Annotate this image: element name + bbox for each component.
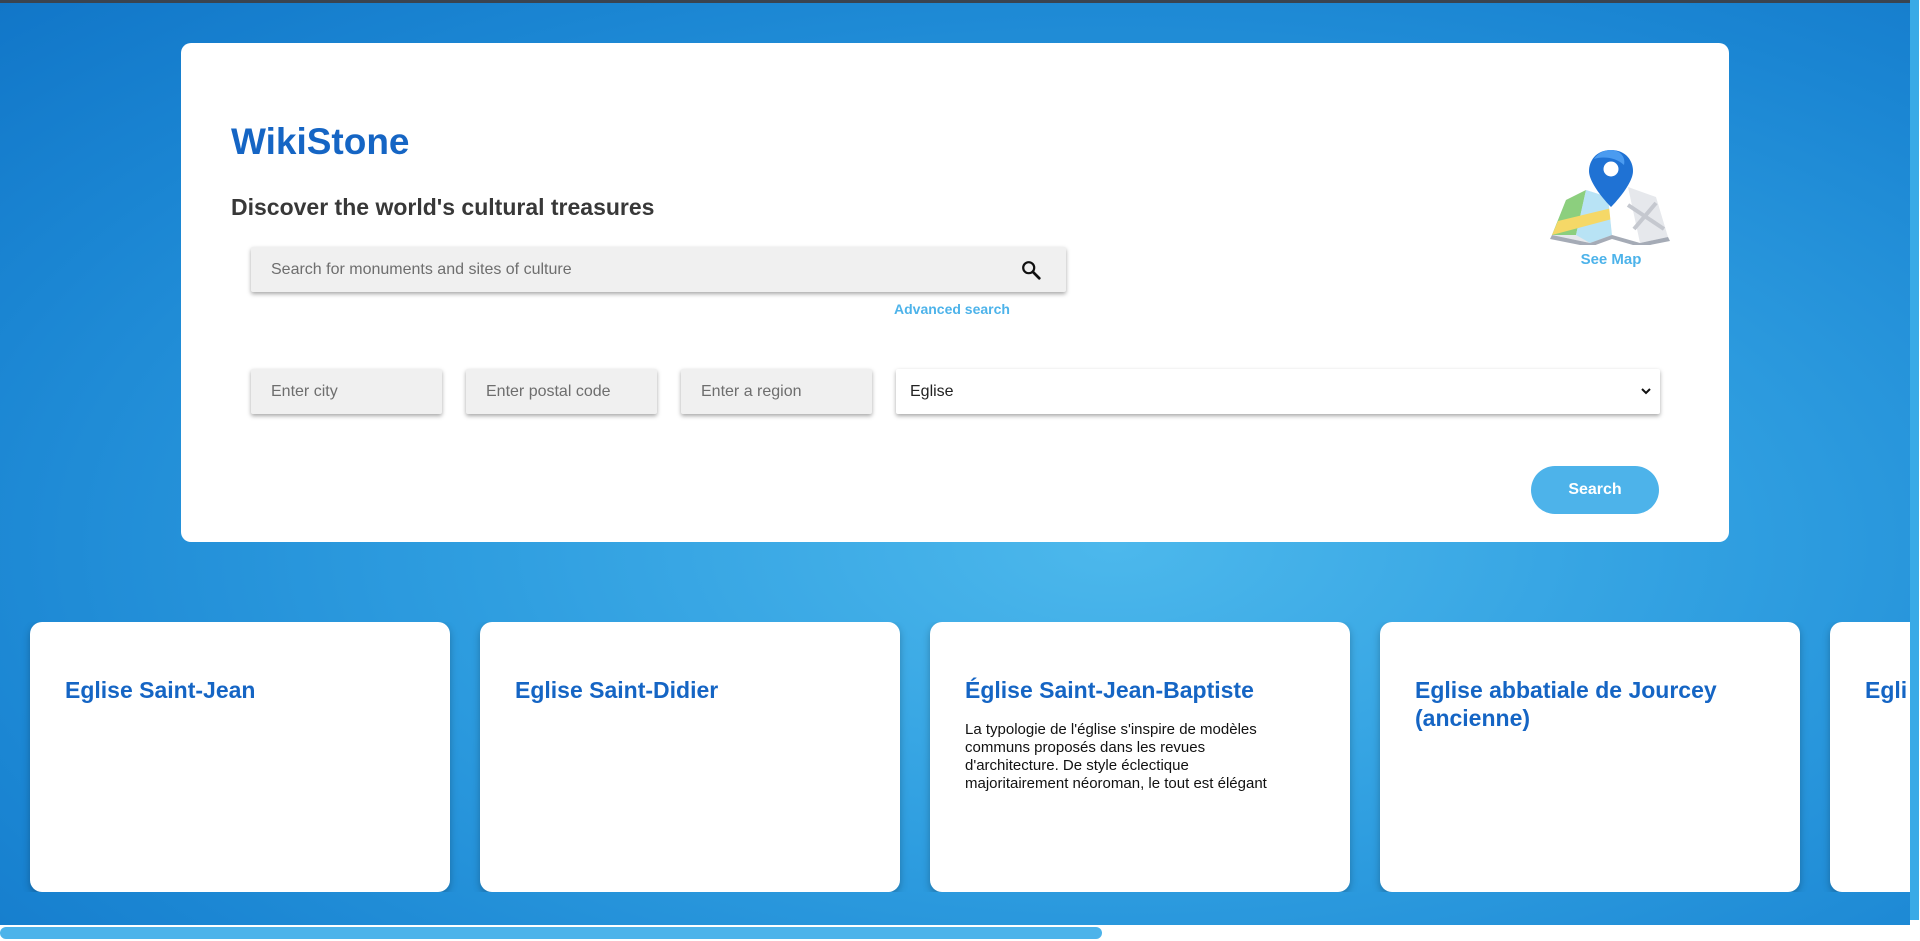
vertical-scrollbar-thumb[interactable] bbox=[1910, 0, 1919, 920]
search-input[interactable] bbox=[251, 247, 1011, 292]
result-card[interactable]: Église Saint-Jean-Baptiste La typologie … bbox=[930, 622, 1350, 892]
card-title[interactable]: Eglise Saint-Didier bbox=[515, 676, 866, 704]
result-card[interactable]: Eglise Saint-Didier bbox=[480, 622, 900, 892]
result-card[interactable]: Egli bbox=[1830, 622, 1910, 892]
card-title[interactable]: Église Saint-Jean-Baptiste bbox=[965, 676, 1316, 704]
card-title[interactable]: Eglise Saint-Jean bbox=[65, 676, 416, 704]
results-carousel: Eglise Saint-Jean Eglise Saint-Didier Ég… bbox=[0, 622, 1910, 892]
result-card[interactable]: Eglise abbatiale de Jourcey (ancienne) bbox=[1380, 622, 1800, 892]
result-card[interactable]: Eglise Saint-Jean bbox=[30, 622, 450, 892]
window-top-border bbox=[0, 0, 1920, 3]
see-map-label: See Map bbox=[1580, 251, 1642, 268]
chevron-down-icon bbox=[1641, 388, 1651, 395]
site-tagline: Discover the world's cultural treasures bbox=[231, 194, 655, 220]
search-box bbox=[251, 247, 1066, 292]
advanced-search-link[interactable]: Advanced search bbox=[894, 301, 1010, 317]
card-title[interactable]: Eglise abbatiale de Jourcey (ancienne) bbox=[1415, 676, 1766, 732]
see-map-button[interactable]: See Map bbox=[1546, 145, 1676, 275]
monument-type-value: Eglise bbox=[910, 383, 954, 400]
city-input[interactable] bbox=[251, 369, 442, 414]
site-title[interactable]: WikiStone bbox=[231, 121, 410, 163]
search-icon[interactable] bbox=[1020, 259, 1042, 281]
card-title[interactable]: Egli bbox=[1865, 676, 1910, 704]
card-description: La typologie de l'église s'inspire de mo… bbox=[965, 721, 1267, 792]
region-input[interactable] bbox=[681, 369, 872, 414]
monument-type-select[interactable]: Eglise bbox=[896, 369, 1660, 414]
horizontal-scrollbar-thumb[interactable] bbox=[0, 927, 1102, 939]
horizontal-scrollbar[interactable] bbox=[0, 925, 1910, 941]
postal-code-input[interactable] bbox=[466, 369, 657, 414]
map-pin-icon bbox=[1550, 150, 1670, 245]
search-button[interactable]: Search bbox=[1531, 466, 1659, 514]
search-panel: WikiStone Discover the world's cultural … bbox=[181, 43, 1729, 542]
vertical-scrollbar[interactable] bbox=[1910, 0, 1920, 941]
